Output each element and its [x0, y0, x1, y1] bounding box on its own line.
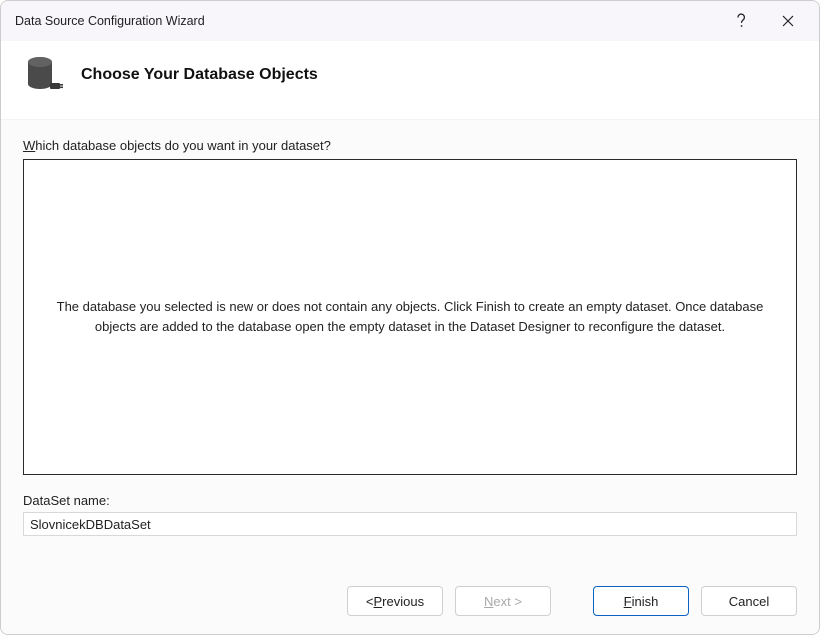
empty-database-message: The database you selected is new or does…	[48, 297, 772, 337]
page-heading: Choose Your Database Objects	[81, 66, 318, 84]
wizard-footer: < Previous Next > Finish Cancel	[1, 568, 819, 634]
database-objects-tree[interactable]: The database you selected is new or does…	[23, 159, 797, 475]
dataset-name-input[interactable]	[23, 512, 797, 536]
titlebar: Data Source Configuration Wizard	[1, 1, 819, 41]
window-title: Data Source Configuration Wizard	[15, 14, 719, 28]
help-icon	[736, 13, 748, 29]
close-button[interactable]	[765, 1, 811, 41]
objects-question-label: Which database objects do you want in yo…	[23, 138, 797, 153]
cancel-button[interactable]: Cancel	[701, 586, 797, 616]
dataset-name-label: DataSet name:	[23, 493, 797, 508]
finish-button[interactable]: Finish	[593, 586, 689, 616]
database-icon	[25, 55, 81, 95]
wizard-window: Data Source Configuration Wizard Cho	[0, 0, 820, 635]
wizard-header: Choose Your Database Objects	[1, 41, 819, 120]
next-button: Next >	[455, 586, 551, 616]
previous-button[interactable]: < Previous	[347, 586, 443, 616]
wizard-content: Which database objects do you want in yo…	[1, 120, 819, 568]
close-icon	[782, 15, 794, 27]
help-button[interactable]	[719, 1, 765, 41]
